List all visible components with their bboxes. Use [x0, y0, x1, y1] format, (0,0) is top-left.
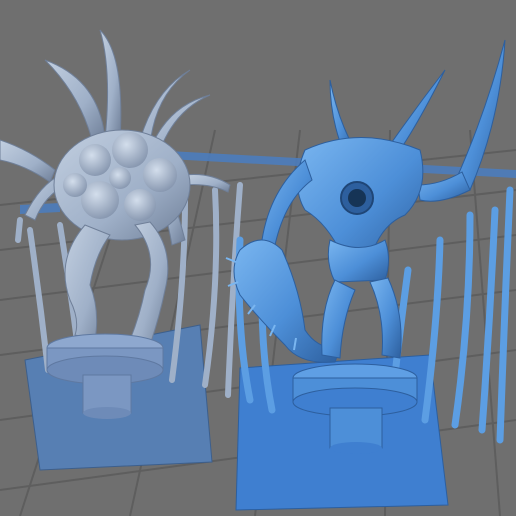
mouth-demon-model[interactable] [225, 39, 514, 454]
scene-canvas[interactable] [0, 0, 516, 516]
3d-slicer-viewport[interactable] [0, 0, 516, 516]
